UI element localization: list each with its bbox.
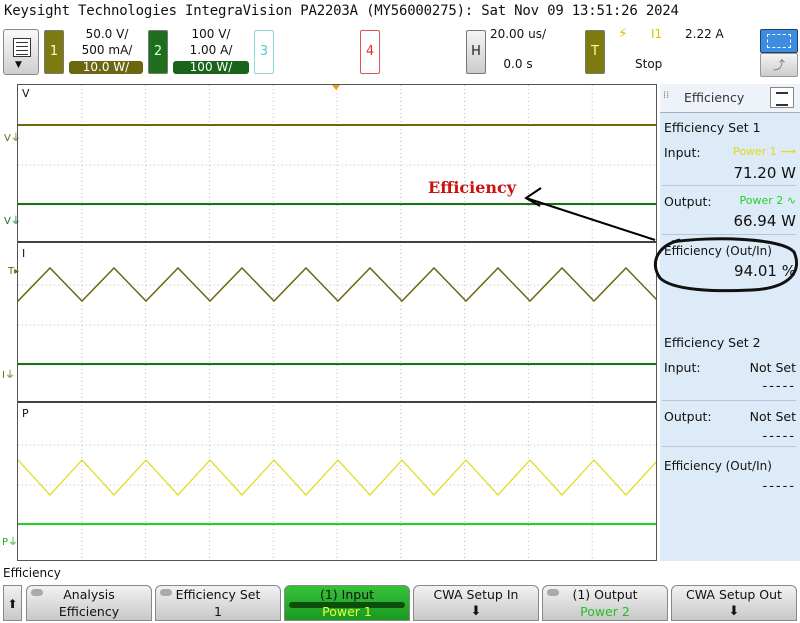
channel-2-volts: 100 V/ [191, 27, 231, 41]
ch2-v-ground-marker[interactable]: V⏚ [4, 212, 21, 227]
efficiency-annotation: Efficiency [428, 178, 517, 197]
channel-2-watts: 100 W/ [173, 61, 249, 74]
run-state: Stop [635, 57, 663, 71]
panel-menu-button[interactable] [770, 87, 794, 108]
current-pane-label: I [22, 247, 26, 260]
draw-gesture-icon: ⤴ [772, 58, 785, 72]
set1-input-source: Power 1 ⟿ [732, 145, 796, 158]
power-pane-label: P [22, 407, 29, 420]
set2-efficiency-dash: ----- [762, 479, 796, 494]
menu-icon [13, 38, 31, 57]
softkey-output[interactable]: (1) Output Power 2 [542, 585, 668, 621]
zoom-select-button[interactable] [760, 29, 798, 53]
softkey-input[interactable]: (1) Input Power 1 [284, 585, 410, 621]
set2-input-dash: ----- [762, 379, 796, 394]
softkey-input-value: Power 1 [322, 604, 372, 619]
waveform-grid [18, 85, 656, 560]
channel-2-amps: 1.00 A/ [189, 43, 233, 57]
channel-1-amps: 500 mA/ [81, 43, 133, 57]
horizontal-button[interactable]: H [466, 30, 486, 74]
softkey-analysis[interactable]: Analysis Efficiency [26, 585, 152, 621]
softkey-output-value: Power 2 [580, 604, 630, 619]
window-title: Keysight Technologies IntegraVision PA22… [4, 3, 679, 19]
set1-input-value: 71.20 W [733, 164, 796, 182]
touch-draw-button[interactable]: ⤴ [760, 53, 798, 77]
set2-input-value: Not Set [749, 360, 796, 375]
efficiency-panel: ⁞⁞ Efficiency Efficiency Set 1 Input: Po… [660, 84, 800, 561]
panel-title: Efficiency [684, 90, 745, 105]
current-ground-marker[interactable]: I⏚ [2, 366, 15, 381]
horizontal-time-div: 20.00 us/ [489, 27, 547, 41]
trigger-edge-icon: ⚡ [618, 26, 628, 42]
trigger-button[interactable]: T [585, 30, 605, 74]
trigger-level: 2.22 A [685, 27, 724, 41]
efficiency-highlight-circle [654, 237, 799, 293]
panel-menu-icon [776, 92, 788, 106]
arrow-down-icon: ⬇ [728, 604, 740, 619]
softkey-output-label: (1) Output [572, 587, 638, 602]
softkey-cwa-setup-in-label: CWA Setup In [433, 587, 519, 602]
power-ground-marker[interactable]: P⏚ [2, 533, 18, 548]
back-button[interactable]: ⬆ [3, 585, 22, 621]
channel-4-button[interactable]: 4 [360, 30, 380, 74]
softkey-efficiency-set-label: Efficiency Set [175, 587, 261, 602]
softkey-cwa-setup-out-label: CWA Setup Out [686, 587, 782, 602]
set2-output-dash: ----- [762, 429, 796, 444]
main-menu-button[interactable]: ▼ [3, 29, 39, 75]
arrow-down-icon: ⬇ [470, 604, 482, 619]
set1-title: Efficiency Set 1 [664, 120, 761, 135]
set1-output-source: Power 2 ∿ [739, 194, 796, 207]
panel-header: ⁞⁞ Efficiency [660, 84, 800, 113]
channel-3-button[interactable]: 3 [254, 30, 274, 74]
softkey-efficiency-set[interactable]: Efficiency Set 1 [155, 585, 281, 621]
softkey-cwa-setup-out[interactable]: CWA Setup Out ⬇ [671, 585, 797, 621]
softkey-analysis-label: Analysis [63, 587, 115, 602]
softkey-input-label: (1) Input [319, 587, 375, 602]
arrow-up-icon: ⬆ [7, 597, 18, 611]
softkey-cwa-setup-in[interactable]: CWA Setup In ⬇ [413, 585, 539, 621]
voltage-pane-label: V [22, 87, 30, 100]
softkey-analysis-value: Efficiency [58, 604, 120, 619]
set1-output-value: 66.94 W [733, 212, 796, 230]
chevron-down-icon: ▼ [15, 60, 22, 70]
trigger-source: I1 [651, 27, 663, 41]
horizontal-delay: 0.0 s [503, 57, 533, 71]
set2-efficiency-label: Efficiency (Out/In) [664, 459, 772, 473]
status-label: Efficiency [3, 566, 61, 580]
channel-2-button[interactable]: 2 [148, 30, 168, 74]
set2-output-value: Not Set [749, 409, 796, 424]
channel-1-button[interactable]: 1 [44, 30, 64, 74]
set2-title: Efficiency Set 2 [664, 335, 761, 350]
channel-1-volts: 50.0 V/ [85, 27, 129, 41]
trigger-level-marker[interactable]: T▸ [8, 266, 19, 277]
waveform-display[interactable]: V I P Efficiency [17, 84, 657, 561]
ch1-v-ground-marker[interactable]: V⏚ [4, 129, 21, 144]
zoom-box-icon [767, 34, 791, 48]
channel-1-watts: 10.0 W/ [69, 61, 143, 74]
drag-handle-icon[interactable]: ⁞⁞ [663, 90, 669, 101]
softkey-efficiency-set-value: 1 [214, 604, 222, 619]
